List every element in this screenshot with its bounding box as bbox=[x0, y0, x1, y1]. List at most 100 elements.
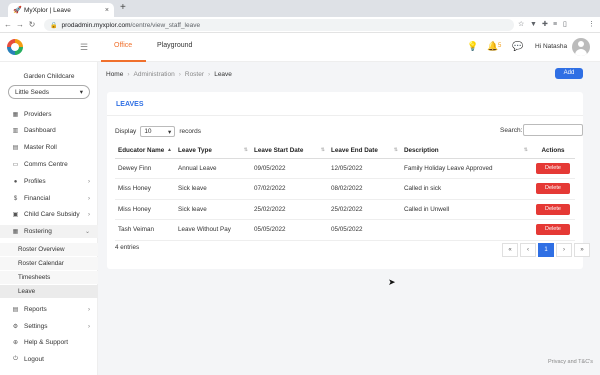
sidebar-item-master-roll[interactable]: ▤ Master Roll bbox=[0, 141, 98, 154]
cell-actions: Delete bbox=[531, 178, 575, 200]
privacy-link[interactable]: Privacy and T&C's bbox=[548, 359, 593, 365]
reading-list-icon[interactable]: ≡ bbox=[553, 20, 557, 30]
breadcrumb-roster[interactable]: Roster bbox=[185, 71, 204, 78]
chat-icon[interactable]: 💬 bbox=[512, 41, 523, 52]
bookmark-star-icon[interactable]: ☆ bbox=[518, 20, 524, 30]
sidebar-item-profiles[interactable]: ● Profiles › bbox=[0, 175, 98, 188]
tab-title: MyXplor | Leave bbox=[24, 6, 71, 14]
last-page-button[interactable]: » bbox=[574, 243, 590, 257]
url-path: /centre/view_staff_leave bbox=[130, 21, 201, 29]
sidebar-subitem-roster-overview[interactable]: Roster Overview bbox=[0, 243, 98, 256]
sidebar-item-dashboard[interactable]: ▥ Dashboard bbox=[0, 124, 98, 137]
sidebar-item-comms-centre[interactable]: ▭ Comms Centre bbox=[0, 158, 98, 171]
sidebar-item-logout[interactable]: ⏻ Logout bbox=[0, 353, 98, 366]
add-button[interactable]: Add bbox=[555, 68, 583, 79]
sidebar-item-reports[interactable]: ▤ Reports › bbox=[0, 303, 98, 316]
sidebar-item-label: Profiles bbox=[24, 178, 46, 185]
sort-icon: ⇅ bbox=[320, 147, 325, 154]
pagination: « ‹ 1 › » bbox=[500, 243, 590, 257]
back-icon[interactable]: ← bbox=[2, 20, 14, 29]
cell-start-date: 09/05/2022 bbox=[251, 158, 328, 179]
next-page-button[interactable]: › bbox=[556, 243, 572, 257]
close-tab-icon[interactable]: × bbox=[105, 7, 109, 14]
sidebar-item-label: Reports bbox=[24, 306, 47, 313]
sidebar-subitem-label: Roster Calendar bbox=[18, 260, 64, 267]
delete-button[interactable]: Delete bbox=[536, 162, 570, 174]
cell-end-date: 05/05/2022 bbox=[328, 219, 401, 241]
delete-button[interactable]: Delete bbox=[536, 224, 570, 236]
sidebar-subitem-roster-calendar[interactable]: Roster Calendar bbox=[0, 257, 98, 270]
prev-page-button[interactable]: ‹ bbox=[520, 243, 536, 257]
hamburger-icon[interactable]: ☰ bbox=[80, 42, 88, 53]
cell-educator-name: Tash Veiman bbox=[115, 219, 175, 241]
sidebar-item-label: Rostering bbox=[24, 228, 52, 235]
centre-select[interactable]: Little Seeds ▾ bbox=[8, 85, 90, 99]
delete-button[interactable]: Delete bbox=[536, 183, 570, 195]
sidebar-item-help[interactable]: ⊕ Help & Support bbox=[0, 336, 98, 349]
tab-office[interactable]: Office bbox=[114, 42, 132, 49]
rocket-icon: 🚀 bbox=[13, 6, 22, 14]
cell-leave-type: Leave Without Pay bbox=[175, 219, 251, 241]
sidebar-item-label: Child Care Subsidy bbox=[24, 211, 80, 218]
search-label: Search: bbox=[500, 127, 523, 134]
dashboard-icon: ▥ bbox=[12, 128, 19, 134]
sidebar-item-rostering[interactable]: ▦ Rostering ⌄ bbox=[0, 225, 98, 238]
puzzle-icon[interactable]: ✚ bbox=[542, 20, 548, 30]
bell-icon[interactable]: 🔔 bbox=[487, 41, 498, 52]
main-content: Home › Administration › Roster › Leave Add LEA… bbox=[98, 62, 600, 375]
cell-actions: Delete bbox=[531, 158, 575, 179]
display-label: Display bbox=[115, 128, 137, 135]
help-icon: ⊕ bbox=[12, 340, 19, 346]
column-leave-type[interactable]: Leave Type ⇅ bbox=[175, 144, 251, 159]
list-icon: ▤ bbox=[12, 145, 19, 151]
extension-v-icon[interactable]: ▼ bbox=[530, 20, 537, 30]
breadcrumb-separator: › bbox=[208, 71, 211, 78]
sidebar-item-label: Dashboard bbox=[24, 127, 56, 134]
sidebar-item-child-care-subsidy[interactable]: ▣ Child Care Subsidy › bbox=[0, 208, 98, 221]
column-description[interactable]: Description ⇅ bbox=[401, 144, 531, 159]
sidebar-subitem-leave[interactable]: Leave bbox=[0, 285, 98, 298]
page-1-button[interactable]: 1 bbox=[538, 243, 554, 257]
cell-description: Called in sick bbox=[401, 178, 531, 200]
page-size-select[interactable]: 10 ▾ bbox=[140, 126, 176, 137]
sidebar-item-label: Financial bbox=[24, 195, 51, 202]
sidebar-item-providers[interactable]: ▦ Providers bbox=[0, 108, 98, 121]
url-field[interactable]: 🔒 prodadmin.myxplor.com/centre/view_staf… bbox=[44, 19, 514, 31]
reload-icon[interactable]: ↻ bbox=[26, 20, 38, 29]
user-greeting[interactable]: Hi Natasha bbox=[535, 43, 567, 50]
column-leave-end-date[interactable]: Leave End Date ⇅ bbox=[328, 144, 401, 159]
chevron-right-icon: › bbox=[88, 323, 90, 330]
more-menu-icon[interactable]: ⋮ bbox=[588, 20, 595, 30]
cell-educator-name: Miss Honey bbox=[115, 178, 175, 200]
cell-description: Family Holiday Leave Approved bbox=[401, 158, 531, 179]
cell-description: Called in Unwell bbox=[401, 199, 531, 220]
sidebar-item-settings[interactable]: ⚙ Settings › bbox=[0, 320, 98, 333]
new-tab-button[interactable]: + bbox=[120, 2, 126, 13]
sidebar-item-label: Master Roll bbox=[24, 144, 57, 151]
cell-educator-name: Miss Honey bbox=[115, 199, 175, 220]
user-avatar[interactable] bbox=[572, 38, 590, 56]
breadcrumb-home[interactable]: Home bbox=[106, 71, 123, 78]
notification-count: 5 bbox=[498, 43, 502, 49]
sidebar-item-financial[interactable]: $ Financial › bbox=[0, 192, 98, 205]
delete-button[interactable]: Delete bbox=[536, 203, 570, 215]
breadcrumb-separator: › bbox=[178, 71, 181, 78]
column-educator-name[interactable]: Educator Name ▲ bbox=[115, 144, 175, 159]
cell-end-date: 08/02/2022 bbox=[328, 178, 401, 200]
breadcrumb-administration[interactable]: Administration bbox=[134, 71, 175, 78]
myxplor-logo[interactable] bbox=[7, 39, 23, 55]
cell-leave-type: Annual Leave bbox=[175, 158, 251, 179]
column-leave-start-date[interactable]: Leave Start Date ⇅ bbox=[251, 144, 328, 159]
chat-icon: ▭ bbox=[12, 162, 19, 168]
search-input[interactable] bbox=[523, 124, 583, 136]
sidebar-icon[interactable]: ▯ bbox=[563, 20, 567, 30]
first-page-button[interactable]: « bbox=[502, 243, 518, 257]
cell-leave-type: Sick leave bbox=[175, 178, 251, 200]
browser-tab[interactable]: 🚀 MyXplor | Leave × bbox=[8, 3, 114, 17]
sidebar-subitem-timesheets[interactable]: Timesheets bbox=[0, 271, 98, 284]
lightbulb-icon[interactable]: 💡 bbox=[467, 41, 478, 52]
table-header-row: Educator Name ▲ Leave Type ⇅ Leave Start D… bbox=[115, 144, 575, 159]
tab-playground[interactable]: Playground bbox=[157, 42, 192, 49]
forward-icon[interactable]: → bbox=[14, 20, 26, 29]
chevron-right-icon: › bbox=[88, 195, 90, 202]
